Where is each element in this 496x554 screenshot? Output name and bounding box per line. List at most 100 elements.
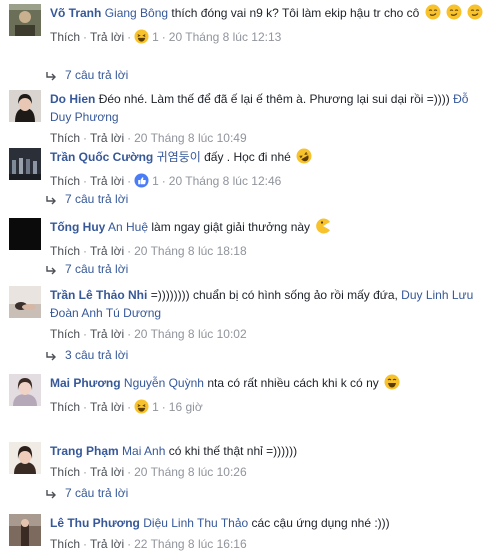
timestamp[interactable]: 22 Tháng 8 lúc 16:16 [134, 537, 247, 551]
reply-arrow-icon [45, 349, 59, 365]
comment-actions: Thích · Trả lời · 22 Tháng 8 lúc 16:16 [50, 535, 486, 553]
comment-author[interactable]: Trần Lê Thảo Nhi [50, 288, 147, 302]
mentioned-user[interactable]: Mai Anh [122, 444, 165, 458]
avatar[interactable] [9, 374, 41, 406]
avatar[interactable] [9, 442, 41, 474]
comment-message: thích đóng vai n9 k? Tôi làm ekip hậu tr… [171, 6, 420, 20]
reply-link[interactable]: Trả lời [90, 327, 124, 341]
separator: · [161, 400, 166, 414]
comment-actions: Thích · Trả lời · 20 Tháng 8 lúc 10:49 [50, 129, 486, 147]
avatar[interactable] [9, 218, 41, 250]
like-link[interactable]: Thích [50, 400, 80, 414]
reply-link[interactable]: Trả lời [90, 30, 124, 44]
comment-text: Trang Phạm Mai Anh có khi thế thật nhỉ =… [50, 442, 486, 460]
comment-actions: Thích · Trả lời · 20 Tháng 8 lúc 18:18 [50, 242, 486, 260]
mentioned-user[interactable]: 귀염둥이 [157, 150, 201, 164]
comment-author[interactable]: Trang Phạm [50, 444, 119, 458]
view-replies-link[interactable]: 7 câu trả lời [45, 67, 128, 85]
reaction-count: 1 [152, 30, 159, 44]
separator: · [83, 131, 88, 145]
comment-actions: Thích · Trả lời · 1 · 20 Tháng 8 lúc 12:13 [50, 28, 486, 49]
comment-text: Tống Huy An Huệ làm ngay giật giải thưởn… [50, 218, 486, 239]
timestamp[interactable]: 20 Tháng 8 lúc 12:46 [169, 174, 282, 188]
separator: · [83, 244, 88, 258]
replies-count[interactable]: 3 câu trả lời [65, 348, 128, 362]
laugh-emoji [384, 374, 400, 395]
separator: · [127, 327, 132, 341]
like-link[interactable]: Thích [50, 465, 80, 479]
replies-count[interactable]: 7 câu trả lời [65, 486, 128, 500]
replies-count[interactable]: 7 câu trả lời [65, 262, 128, 276]
separator: · [83, 327, 88, 341]
comment-author[interactable]: Lê Thu Phương [50, 516, 140, 530]
view-replies-link[interactable]: 7 câu trả lời [45, 485, 128, 503]
comment-author[interactable]: Mai Phương [50, 376, 121, 390]
separator: · [83, 400, 88, 414]
like-link[interactable]: Thích [50, 327, 80, 341]
reply-arrow-icon [45, 193, 59, 209]
avatar[interactable] [9, 514, 41, 546]
reaction-count: 1 [152, 174, 159, 188]
like-reaction-icon[interactable] [134, 173, 149, 193]
haha-reaction-icon[interactable] [134, 29, 149, 49]
mentioned-user[interactable]: Đoàn Anh Tú Dương [50, 306, 161, 320]
like-link[interactable]: Thích [50, 244, 80, 258]
avatar[interactable] [9, 286, 41, 318]
reply-link[interactable]: Trả lời [90, 174, 124, 188]
reply-link[interactable]: Trả lời [90, 244, 124, 258]
avatar[interactable] [9, 4, 41, 36]
separator: · [127, 174, 132, 188]
smirk-emoji [467, 4, 483, 25]
separator: · [83, 537, 88, 551]
comment-message: các cậu ứng dụng nhé :))) [251, 516, 390, 530]
separator: · [127, 465, 132, 479]
comment-message: đấy . Học đi nhé [204, 150, 291, 164]
separator: · [127, 400, 132, 414]
mentioned-user[interactable]: Giang Bông [105, 6, 168, 20]
pacman-emoji [315, 218, 331, 239]
reply-link[interactable]: Trả lời [90, 465, 124, 479]
comment-text: Trần Quốc Cường 귀염둥이 đấy . Học đi nhé [50, 148, 486, 169]
replies-count[interactable]: 7 câu trả lời [65, 68, 128, 82]
mentioned-user[interactable]: An Huệ [108, 220, 148, 234]
like-link[interactable]: Thích [50, 131, 80, 145]
smirk-emoji [446, 4, 462, 25]
like-link[interactable]: Thích [50, 30, 80, 44]
timestamp[interactable]: 20 Tháng 8 lúc 12:13 [169, 30, 282, 44]
view-replies-link[interactable]: 7 câu trả lời [45, 191, 128, 209]
mentioned-user[interactable]: Nguyễn Quỳnh [124, 376, 204, 390]
mentioned-user[interactable]: Diệu Linh Thu Thảo [143, 516, 248, 530]
separator: · [127, 30, 132, 44]
comment-author[interactable]: Tống Huy [50, 220, 105, 234]
timestamp[interactable]: 20 Tháng 8 lúc 10:02 [134, 327, 247, 341]
reaction-count: 1 [152, 400, 159, 414]
mentioned-user[interactable]: Duy Linh Lưu [401, 288, 473, 302]
avatar[interactable] [9, 90, 41, 122]
reply-link[interactable]: Trả lời [90, 400, 124, 414]
separator: · [83, 174, 88, 188]
view-replies-link[interactable]: 3 câu trả lời [45, 347, 128, 365]
like-link[interactable]: Thích [50, 537, 80, 551]
view-replies-link[interactable]: 7 câu trả lời [45, 261, 128, 279]
like-link[interactable]: Thích [50, 174, 80, 188]
separator: · [127, 131, 132, 145]
comment-author[interactable]: Võ Tranh [50, 6, 101, 20]
comment-author[interactable]: Trần Quốc Cường [50, 150, 153, 164]
comment-message: nta có rất nhiều cách khi k có ny [207, 376, 379, 390]
timestamp[interactable]: 20 Tháng 8 lúc 18:18 [134, 244, 247, 258]
timestamp[interactable]: 16 giờ [169, 400, 203, 414]
comment-text: Trần Lê Thảo Nhi =)))))))) chuẩn bị có h… [50, 286, 486, 322]
replies-count[interactable]: 7 câu trả lời [65, 192, 128, 206]
comment-author[interactable]: Do Hien [50, 92, 95, 106]
separator: · [161, 30, 166, 44]
separator: · [83, 465, 88, 479]
timestamp[interactable]: 20 Tháng 8 lúc 10:26 [134, 465, 247, 479]
comment-actions: Thích · Trả lời · 1 · 16 giờ [50, 398, 486, 419]
avatar[interactable] [9, 148, 41, 180]
reply-link[interactable]: Trả lời [90, 131, 124, 145]
comment-actions: Thích · Trả lời · 1 · 20 Tháng 8 lúc 12:46 [50, 172, 486, 193]
haha-reaction-icon[interactable] [134, 399, 149, 419]
timestamp[interactable]: 20 Tháng 8 lúc 10:49 [134, 131, 247, 145]
reply-arrow-icon [45, 487, 59, 503]
reply-link[interactable]: Trả lời [90, 537, 124, 551]
